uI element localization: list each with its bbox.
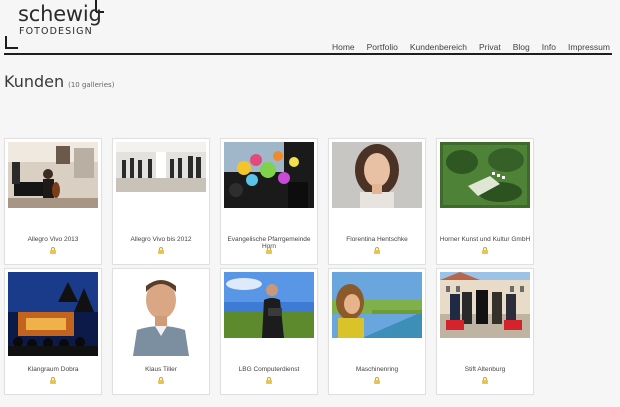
nav-privat[interactable]: Privat xyxy=(479,42,501,52)
group-abbey-icon xyxy=(440,272,530,338)
header-divider xyxy=(4,53,612,55)
gallery-card[interactable]: Horner Kunst und Kultur GmbH xyxy=(436,138,534,265)
gallery-card[interactable]: Florentina Hentschke xyxy=(328,138,426,265)
night-stage-icon xyxy=(8,272,98,356)
lock-icon xyxy=(482,247,488,254)
gallery-card[interactable]: Klangraum Dobra xyxy=(4,268,102,395)
nav-impressum[interactable]: Impressum xyxy=(568,42,610,52)
lock-icon xyxy=(158,247,164,254)
nav-home[interactable]: Home xyxy=(332,42,355,52)
main-nav: Home Portfolio Kundenbereich Privat Blog… xyxy=(332,42,610,52)
logo-name: schewig xyxy=(18,2,102,26)
gallery-title[interactable]: Florentina Hentschke xyxy=(329,236,425,243)
lock-icon xyxy=(266,247,272,254)
man-laptop-field-icon xyxy=(224,272,314,338)
lock-icon xyxy=(374,247,380,254)
portrait-woman-icon xyxy=(332,142,422,208)
ensemble-hall-icon xyxy=(116,142,206,208)
gallery-title[interactable]: Allegro Vivo 2013 xyxy=(5,236,101,243)
lock-icon xyxy=(50,247,56,254)
logo-subtitle: FOTODESIGN xyxy=(19,26,93,37)
balloons-icon xyxy=(224,142,314,208)
gallery-card[interactable]: Stift Altenburg xyxy=(436,268,534,395)
gallery-card[interactable]: Allegro Vivo 2013 xyxy=(4,138,102,265)
lock-icon xyxy=(50,377,56,384)
gallery-title[interactable]: Klaus Tiller xyxy=(113,366,209,373)
nav-blog[interactable]: Blog xyxy=(513,42,530,52)
page-title: Kunden (10 galleries) xyxy=(4,72,114,91)
aerial-park-icon xyxy=(440,142,530,208)
gallery-title[interactable]: Klangraum Dobra xyxy=(5,366,101,373)
gallery-title[interactable]: Allegro Vivo bis 2012 xyxy=(113,236,209,243)
lock-icon xyxy=(158,377,164,384)
woman-canal-icon xyxy=(332,272,422,338)
gallery-card[interactable]: LBG Computerdienst xyxy=(220,268,318,395)
page-title-text: Kunden xyxy=(4,72,65,91)
concert-piano-icon xyxy=(8,142,98,208)
gallery-count: (10 galleries) xyxy=(68,81,115,89)
gallery-title[interactable]: Stift Altenburg xyxy=(437,366,533,373)
nav-kundenbereich[interactable]: Kundenbereich xyxy=(410,42,467,52)
lock-icon xyxy=(482,377,488,384)
portrait-man-icon xyxy=(127,272,195,356)
gallery-card[interactable]: Klaus Tiller xyxy=(112,268,210,395)
gallery-title[interactable]: Maschinenring xyxy=(329,366,425,373)
nav-info[interactable]: Info xyxy=(542,42,556,52)
gallery-card[interactable]: Allegro Vivo bis 2012 xyxy=(112,138,210,265)
lock-icon xyxy=(266,377,272,384)
gallery-title[interactable]: Horner Kunst und Kultur GmbH xyxy=(437,236,533,243)
lock-icon xyxy=(374,377,380,384)
site-logo[interactable]: schewig FOTODESIGN xyxy=(4,0,104,50)
gallery-card[interactable]: Evangelische Pfarrgemeinde Horn xyxy=(220,138,318,265)
nav-portfolio[interactable]: Portfolio xyxy=(367,42,398,52)
gallery-card[interactable]: Maschinenring xyxy=(328,268,426,395)
gallery-title[interactable]: LBG Computerdienst xyxy=(221,366,317,373)
